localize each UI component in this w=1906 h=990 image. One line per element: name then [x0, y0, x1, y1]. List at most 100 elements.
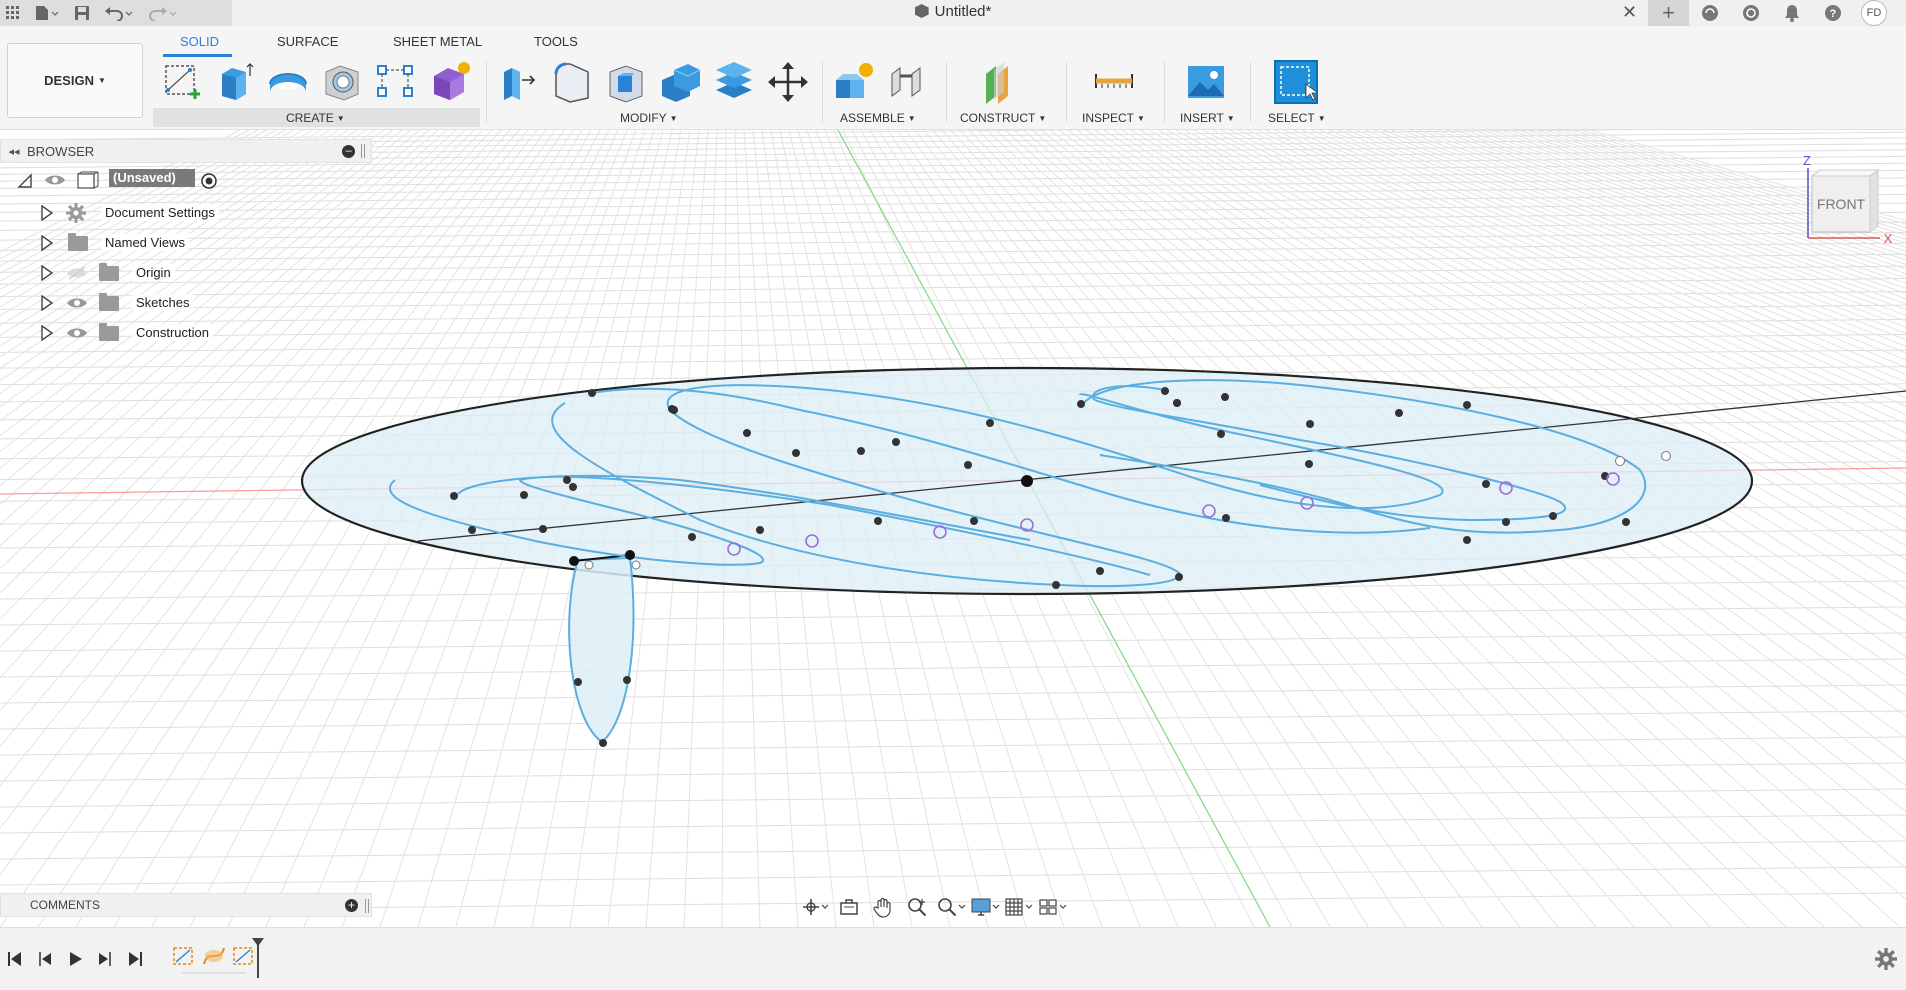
- fit-point[interactable]: [1463, 536, 1471, 544]
- sketch-open-point[interactable]: [1615, 456, 1625, 466]
- fit-point[interactable]: [892, 438, 900, 446]
- hole-icon[interactable]: [320, 60, 364, 104]
- view-cube[interactable]: FRONT Z X: [1800, 150, 1900, 250]
- fit-point[interactable]: [857, 447, 865, 455]
- fit-point[interactable]: [874, 517, 882, 525]
- view-cube-face[interactable]: FRONT: [1817, 196, 1866, 212]
- collapse-browser-icon[interactable]: ◂◂: [1, 145, 27, 158]
- insert-group-label[interactable]: INSERT ▼: [1180, 111, 1235, 125]
- fit-point[interactable]: [792, 449, 800, 457]
- fit-point[interactable]: [964, 461, 972, 469]
- select-window-icon[interactable]: [1274, 60, 1318, 104]
- fit-point[interactable]: [520, 491, 528, 499]
- fit-point[interactable]: [450, 492, 458, 500]
- fit-point[interactable]: [1502, 518, 1510, 526]
- fit-point[interactable]: [1161, 387, 1169, 395]
- help-icon[interactable]: ?: [1812, 0, 1853, 26]
- fit-point[interactable]: [1305, 460, 1313, 468]
- fit-point[interactable]: [670, 406, 678, 414]
- construct-group-label[interactable]: CONSTRUCT ▼: [960, 111, 1046, 125]
- sketch-open-point[interactable]: [1661, 451, 1671, 461]
- go-to-end-icon[interactable]: [126, 950, 144, 968]
- browser-item-sketches[interactable]: Sketches: [0, 287, 372, 317]
- offset-plane-icon[interactable]: [980, 60, 1024, 104]
- play-icon[interactable]: [66, 950, 84, 968]
- shell-icon[interactable]: [604, 60, 648, 104]
- fit-point[interactable]: [1306, 420, 1314, 428]
- collapsed-triangle-icon[interactable]: [40, 205, 54, 221]
- tab-tools[interactable]: TOOLS: [534, 34, 578, 49]
- sketch-open-point[interactable]: [584, 560, 594, 570]
- go-to-start-icon[interactable]: [6, 950, 24, 968]
- offset-face-icon[interactable]: [712, 60, 756, 104]
- fit-point[interactable]: [1222, 514, 1230, 522]
- fit-point[interactable]: [970, 517, 978, 525]
- fit-point[interactable]: [1175, 573, 1183, 581]
- look-at-icon[interactable]: [834, 895, 864, 919]
- new-tab-icon[interactable]: +: [1648, 0, 1689, 26]
- sketch-open-point[interactable]: [631, 560, 641, 570]
- tab-solid[interactable]: SOLID: [180, 34, 219, 49]
- sketch-small-ellipse[interactable]: [568, 556, 635, 744]
- settings-gear-icon[interactable]: [1875, 948, 1897, 970]
- hidden-eye-icon[interactable]: [66, 266, 88, 280]
- fit-point[interactable]: [599, 739, 607, 747]
- collapsed-triangle-icon[interactable]: [40, 325, 54, 341]
- press-pull-icon[interactable]: [496, 60, 540, 104]
- fit-point[interactable]: [1395, 409, 1403, 417]
- tab-sheet-metal[interactable]: SHEET METAL: [393, 34, 482, 49]
- fit-point[interactable]: [539, 525, 547, 533]
- zoom-icon[interactable]: [902, 895, 932, 919]
- grid-settings-icon[interactable]: [1004, 895, 1034, 919]
- fit-point[interactable]: [574, 678, 582, 686]
- viewports-icon[interactable]: [1038, 895, 1068, 919]
- fit-point[interactable]: [756, 526, 764, 534]
- pattern-icon[interactable]: [374, 60, 418, 104]
- browser-item-named-views[interactable]: Named Views: [0, 227, 372, 257]
- measure-icon[interactable]: [1092, 60, 1136, 104]
- fit-point[interactable]: [588, 389, 596, 397]
- select-group-label[interactable]: SELECT ▼: [1268, 111, 1326, 125]
- create-group-label[interactable]: CREATE ▼: [286, 111, 345, 125]
- spline-feature-icon[interactable]: [202, 944, 226, 970]
- revolve-icon[interactable]: [266, 60, 310, 104]
- step-back-icon[interactable]: [36, 950, 54, 968]
- panel-grip-icon[interactable]: [361, 144, 365, 158]
- fit-point[interactable]: [986, 419, 994, 427]
- activate-component-icon[interactable]: [200, 172, 218, 190]
- close-document-button[interactable]: ✕: [1622, 2, 1637, 23]
- fit-point[interactable]: [623, 676, 631, 684]
- create-form-icon[interactable]: [428, 60, 472, 104]
- modify-group-label[interactable]: MODIFY ▼: [620, 111, 678, 125]
- tab-surface[interactable]: SURFACE: [277, 34, 338, 49]
- fit-point[interactable]: [688, 533, 696, 541]
- sketch-feature-icon[interactable]: [172, 944, 196, 970]
- fit-point[interactable]: [1221, 393, 1229, 401]
- insert-image-icon[interactable]: [1184, 60, 1228, 104]
- visibility-eye-icon[interactable]: [44, 173, 66, 187]
- fit-point[interactable]: [563, 476, 571, 484]
- fit-point[interactable]: [569, 483, 577, 491]
- workspace-switcher[interactable]: DESIGN ▼: [7, 43, 143, 118]
- visibility-eye-icon[interactable]: [66, 326, 88, 340]
- step-forward-icon[interactable]: [96, 950, 114, 968]
- expanded-triangle-icon[interactable]: [17, 173, 33, 189]
- user-avatar[interactable]: FD: [1861, 0, 1887, 26]
- fillet-icon[interactable]: [550, 60, 594, 104]
- browser-root-label[interactable]: (Unsaved): [109, 169, 195, 187]
- joint-icon[interactable]: [886, 60, 930, 104]
- job-status-icon[interactable]: [1730, 0, 1771, 26]
- fit-point[interactable]: [1463, 401, 1471, 409]
- browser-item-document-settings[interactable]: Document Settings: [0, 197, 372, 227]
- sketch-endpoint[interactable]: [625, 550, 635, 560]
- sketch-center-point[interactable]: [1021, 475, 1033, 487]
- fit-point[interactable]: [1622, 518, 1630, 526]
- combine-icon[interactable]: [658, 60, 702, 104]
- browser-item-construction[interactable]: Construction: [0, 317, 372, 347]
- fit-point[interactable]: [1549, 512, 1557, 520]
- zoom-window-icon[interactable]: [936, 895, 966, 919]
- fit-point[interactable]: [1096, 567, 1104, 575]
- assemble-group-label[interactable]: ASSEMBLE ▼: [840, 111, 916, 125]
- fit-point[interactable]: [468, 526, 476, 534]
- minimize-browser-button[interactable]: –: [342, 144, 355, 158]
